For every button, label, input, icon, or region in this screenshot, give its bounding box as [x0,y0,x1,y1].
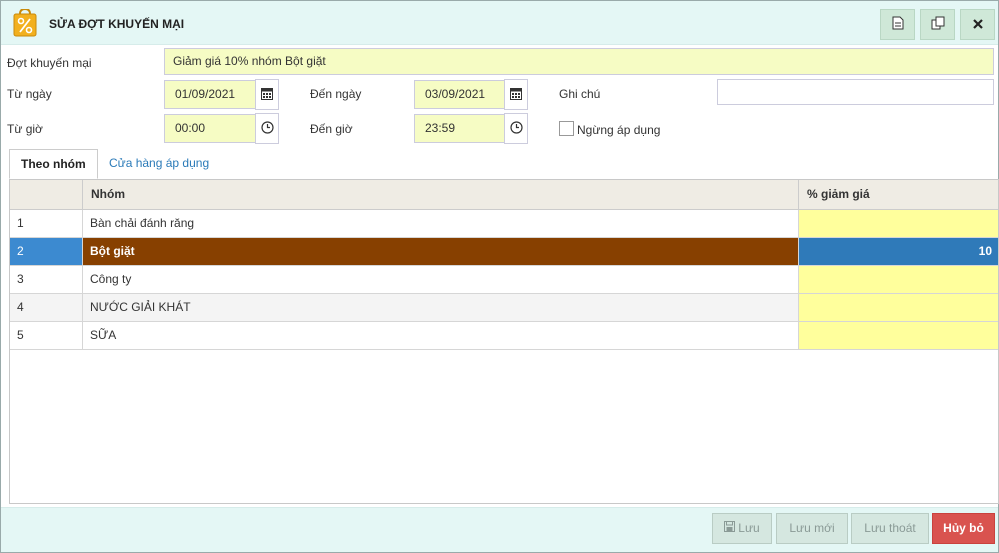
tab-by-group[interactable]: Theo nhóm [9,149,98,179]
from-time-input[interactable]: 00:00 [164,114,256,143]
note-label: Ghi chú [559,87,601,101]
row-number: 3 [10,266,83,293]
save-button[interactable]: Lưu [712,513,772,544]
discount-cell[interactable] [799,266,998,293]
copy-icon [931,16,945,33]
discount-cell[interactable] [799,322,998,349]
from-time-picker-button[interactable] [255,113,279,144]
cancel-button[interactable]: Hủy bỏ [932,513,995,544]
table-row[interactable]: 1 Bàn chải đánh răng [10,210,998,238]
clock-icon [260,120,274,137]
group-name-cell: NƯỚC GIẢI KHÁT [83,294,799,321]
campaign-name-input[interactable]: Giảm giá 10% nhóm Bột giặt [164,48,994,75]
group-name-cell: Bột giặt [83,238,799,265]
from-date-picker-button[interactable] [255,79,279,110]
title-bar: SỬA ĐỢT KHUYẾN MẠI [1,1,998,45]
table-row[interactable]: 3 Công ty [10,266,998,294]
row-number: 4 [10,294,83,321]
to-time-input[interactable]: 23:59 [414,114,506,143]
discount-cell[interactable] [799,210,998,237]
stop-applying-checkbox[interactable] [559,121,574,136]
to-date-label: Đến ngày [310,87,362,101]
table-row[interactable]: 5 SỮA [10,322,998,350]
group-name-cell: Công ty [83,266,799,293]
group-name-cell: SỮA [83,322,799,349]
tab-stores[interactable]: Cửa hàng áp dụng [98,149,220,179]
to-time-picker-button[interactable] [504,113,528,144]
clock-icon [509,120,523,137]
document-button[interactable] [880,9,915,40]
from-date-input[interactable]: 01/09/2021 [164,80,256,109]
calendar-icon [510,87,522,103]
table-row[interactable]: 4 NƯỚC GIẢI KHÁT [10,294,998,322]
column-header-discount[interactable]: % giảm giá [799,180,998,209]
to-date-picker-button[interactable] [504,79,528,110]
discount-cell[interactable]: 10 [799,238,998,265]
from-time-label: Từ giờ [7,122,43,136]
promotion-edit-dialog: SỬA ĐỢT KHUYẾN MẠI Đợt khuyến mại Giảm g… [0,0,999,553]
save-exit-button[interactable]: Lưu thoát [851,513,929,544]
save-new-button[interactable]: Lưu mới [776,513,848,544]
table-row-selected[interactable]: 2 Bột giặt 10 [10,238,998,266]
campaign-label: Đợt khuyến mại [7,56,92,70]
row-number: 5 [10,322,83,349]
promo-bag-icon [13,7,37,37]
document-icon [892,16,904,33]
to-date-input[interactable]: 03/09/2021 [414,80,506,109]
floppy-disk-icon [724,514,736,543]
note-input[interactable] [717,79,994,105]
dialog-footer: Lưu Lưu mới Lưu thoát Hủy bỏ [1,507,998,552]
row-number: 1 [10,210,83,237]
close-icon [972,18,983,32]
group-discount-table: Nhóm % giảm giá 1 Bàn chải đánh răng 2 B… [9,179,999,504]
to-time-label: Đến giờ [310,122,353,136]
group-name-cell: Bàn chải đánh răng [83,210,799,237]
close-button[interactable] [960,9,995,40]
column-header-no[interactable] [10,180,83,209]
table-header: Nhóm % giảm giá [10,180,998,210]
stop-applying-label: Ngừng áp dụng [577,123,661,137]
row-number: 2 [10,238,83,265]
discount-cell[interactable] [799,294,998,321]
calendar-icon [261,87,273,103]
copy-button[interactable] [920,9,955,40]
dialog-title: SỬA ĐỢT KHUYẾN MẠI [49,17,185,31]
column-header-group[interactable]: Nhóm [83,180,799,209]
save-label: Lưu [738,521,760,535]
from-date-label: Từ ngày [7,87,52,101]
